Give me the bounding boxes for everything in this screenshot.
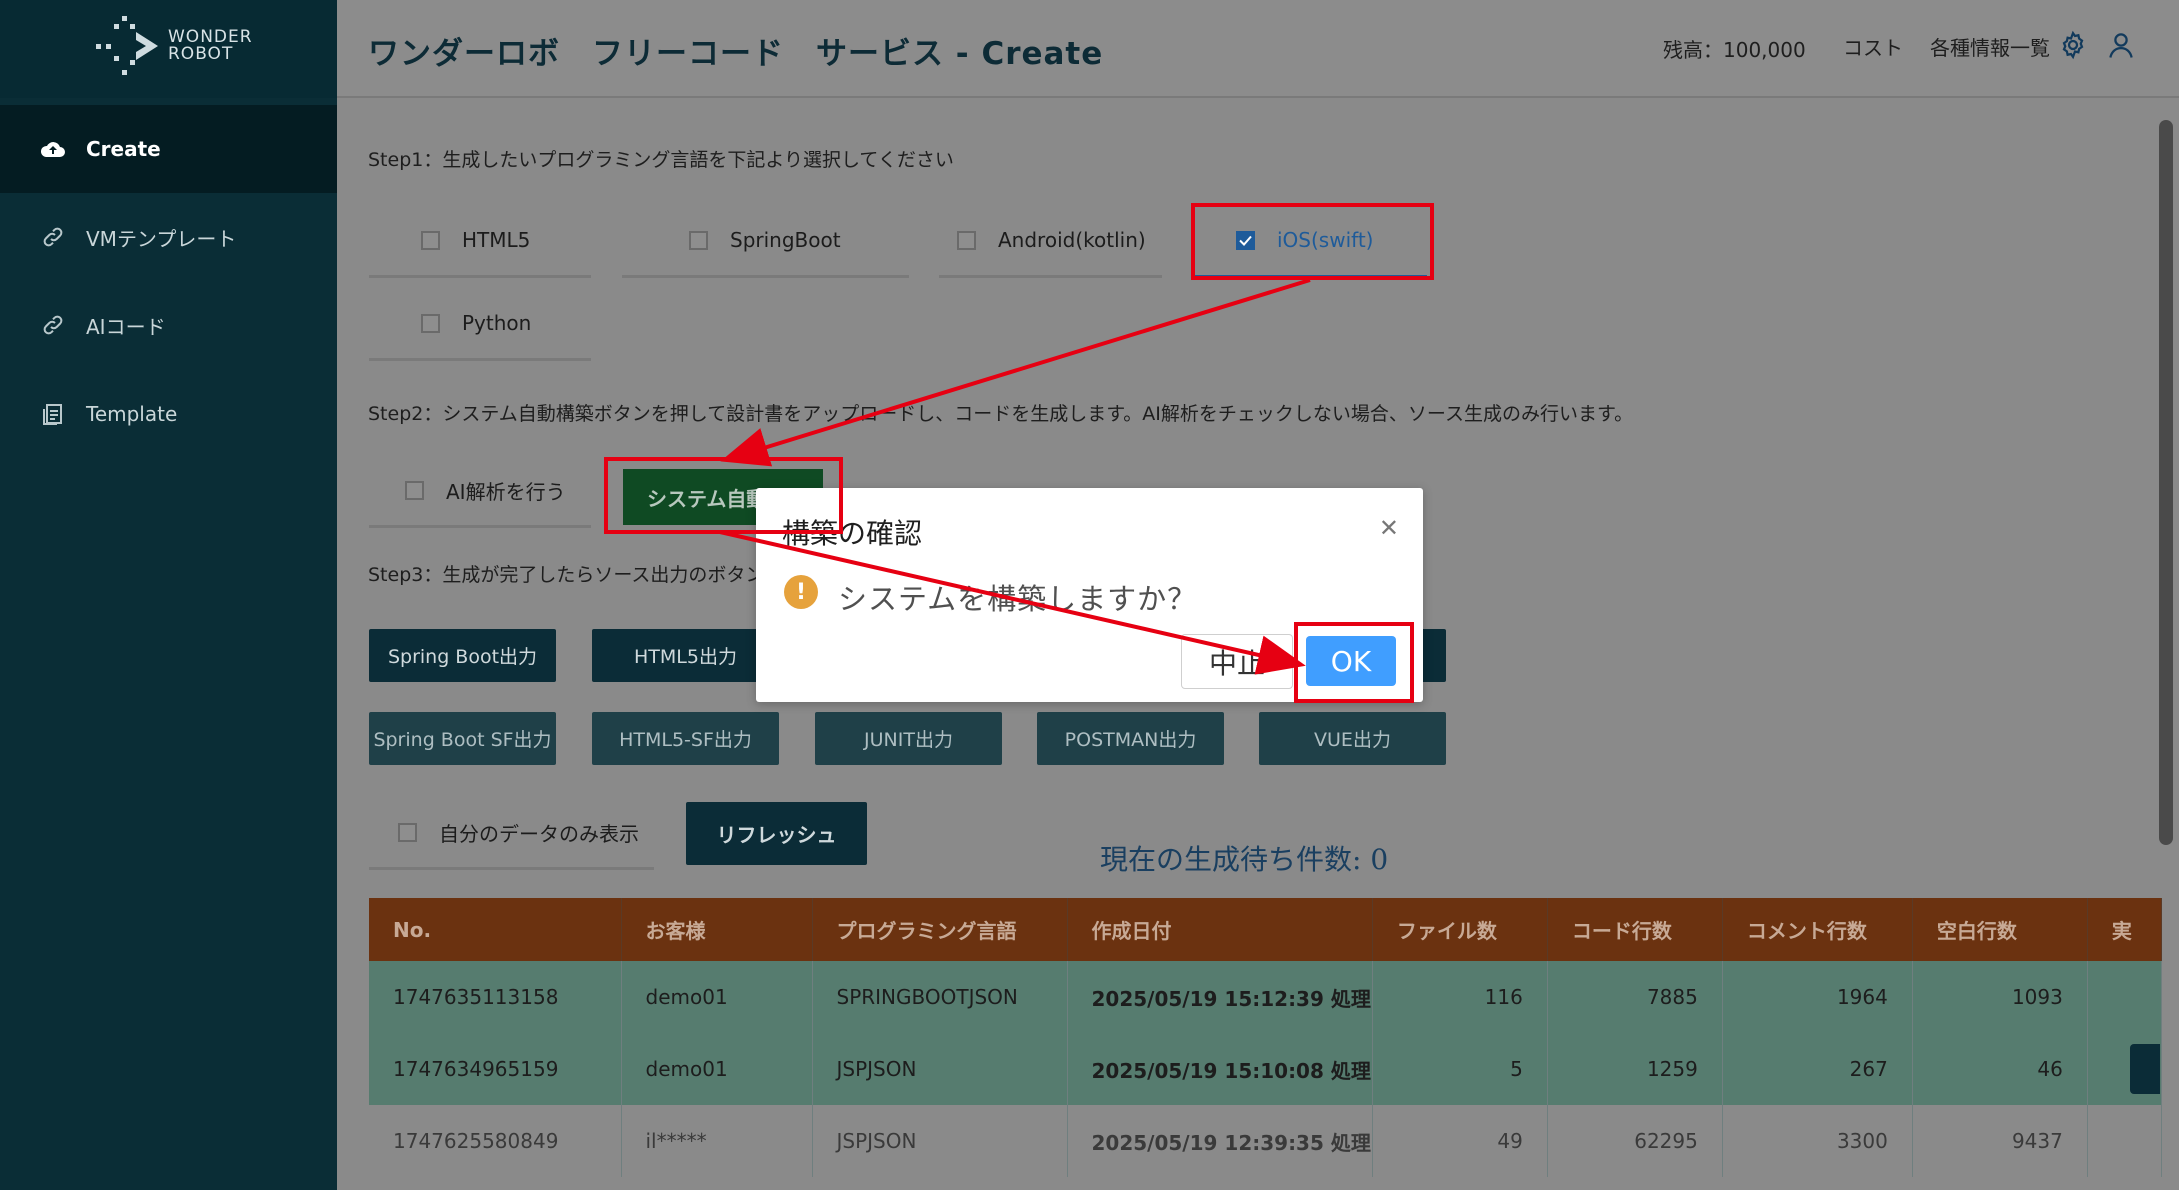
arrow-build-to-ok	[719, 530, 1306, 675]
arrow-ios-to-build	[720, 278, 1311, 467]
annotation-arrows	[719, 278, 1311, 675]
